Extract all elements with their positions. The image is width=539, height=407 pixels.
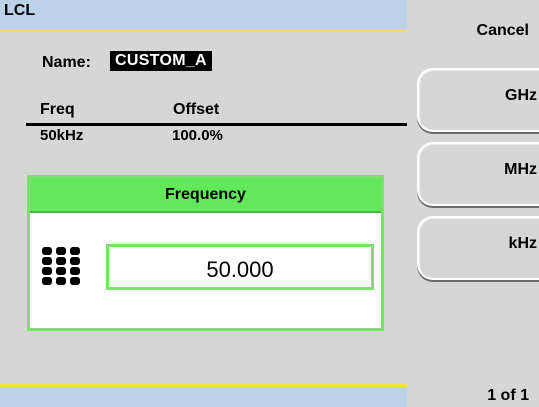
khz-label: kHz [508, 235, 537, 252]
ghz-label: GHz [505, 87, 537, 104]
mhz-softkey[interactable]: MHz [417, 142, 539, 206]
khz-softkey[interactable]: kHz [417, 216, 539, 280]
name-label: Name: [42, 54, 91, 71]
softkey-panel: Cancel GHz MHz kHz 1 of 1 [407, 0, 539, 407]
dialog-title: Frequency [165, 186, 246, 203]
dialog-header: Frequency [30, 178, 381, 213]
screen-title: LCL [4, 2, 36, 19]
name-value: CUSTOM_A [110, 51, 212, 71]
ghz-softkey[interactable]: GHz [417, 68, 539, 132]
frequency-value: 50.000 [206, 257, 274, 282]
mhz-label: MHz [504, 161, 537, 178]
page-indicator: 1 of 1 [487, 387, 529, 404]
main-panel: LCL Name: CUSTOM_A Freq Offset 50kHz 100… [0, 0, 407, 407]
table-cell-freq: 50kHz [40, 127, 84, 144]
frequency-dialog: Frequency 50.000 [27, 175, 384, 331]
cancel-softkey[interactable]: Cancel [407, 0, 539, 68]
keypad-icon [42, 247, 80, 285]
frequency-value-field[interactable]: 50.000 [106, 244, 374, 290]
column-header-freq: Freq [40, 101, 75, 118]
title-bar: LCL [0, 0, 407, 32]
table-divider [26, 123, 407, 126]
status-bar [0, 384, 407, 407]
column-header-offset: Offset [173, 101, 220, 118]
cancel-label: Cancel [476, 22, 529, 39]
table-cell-offset: 100.0% [172, 127, 223, 144]
